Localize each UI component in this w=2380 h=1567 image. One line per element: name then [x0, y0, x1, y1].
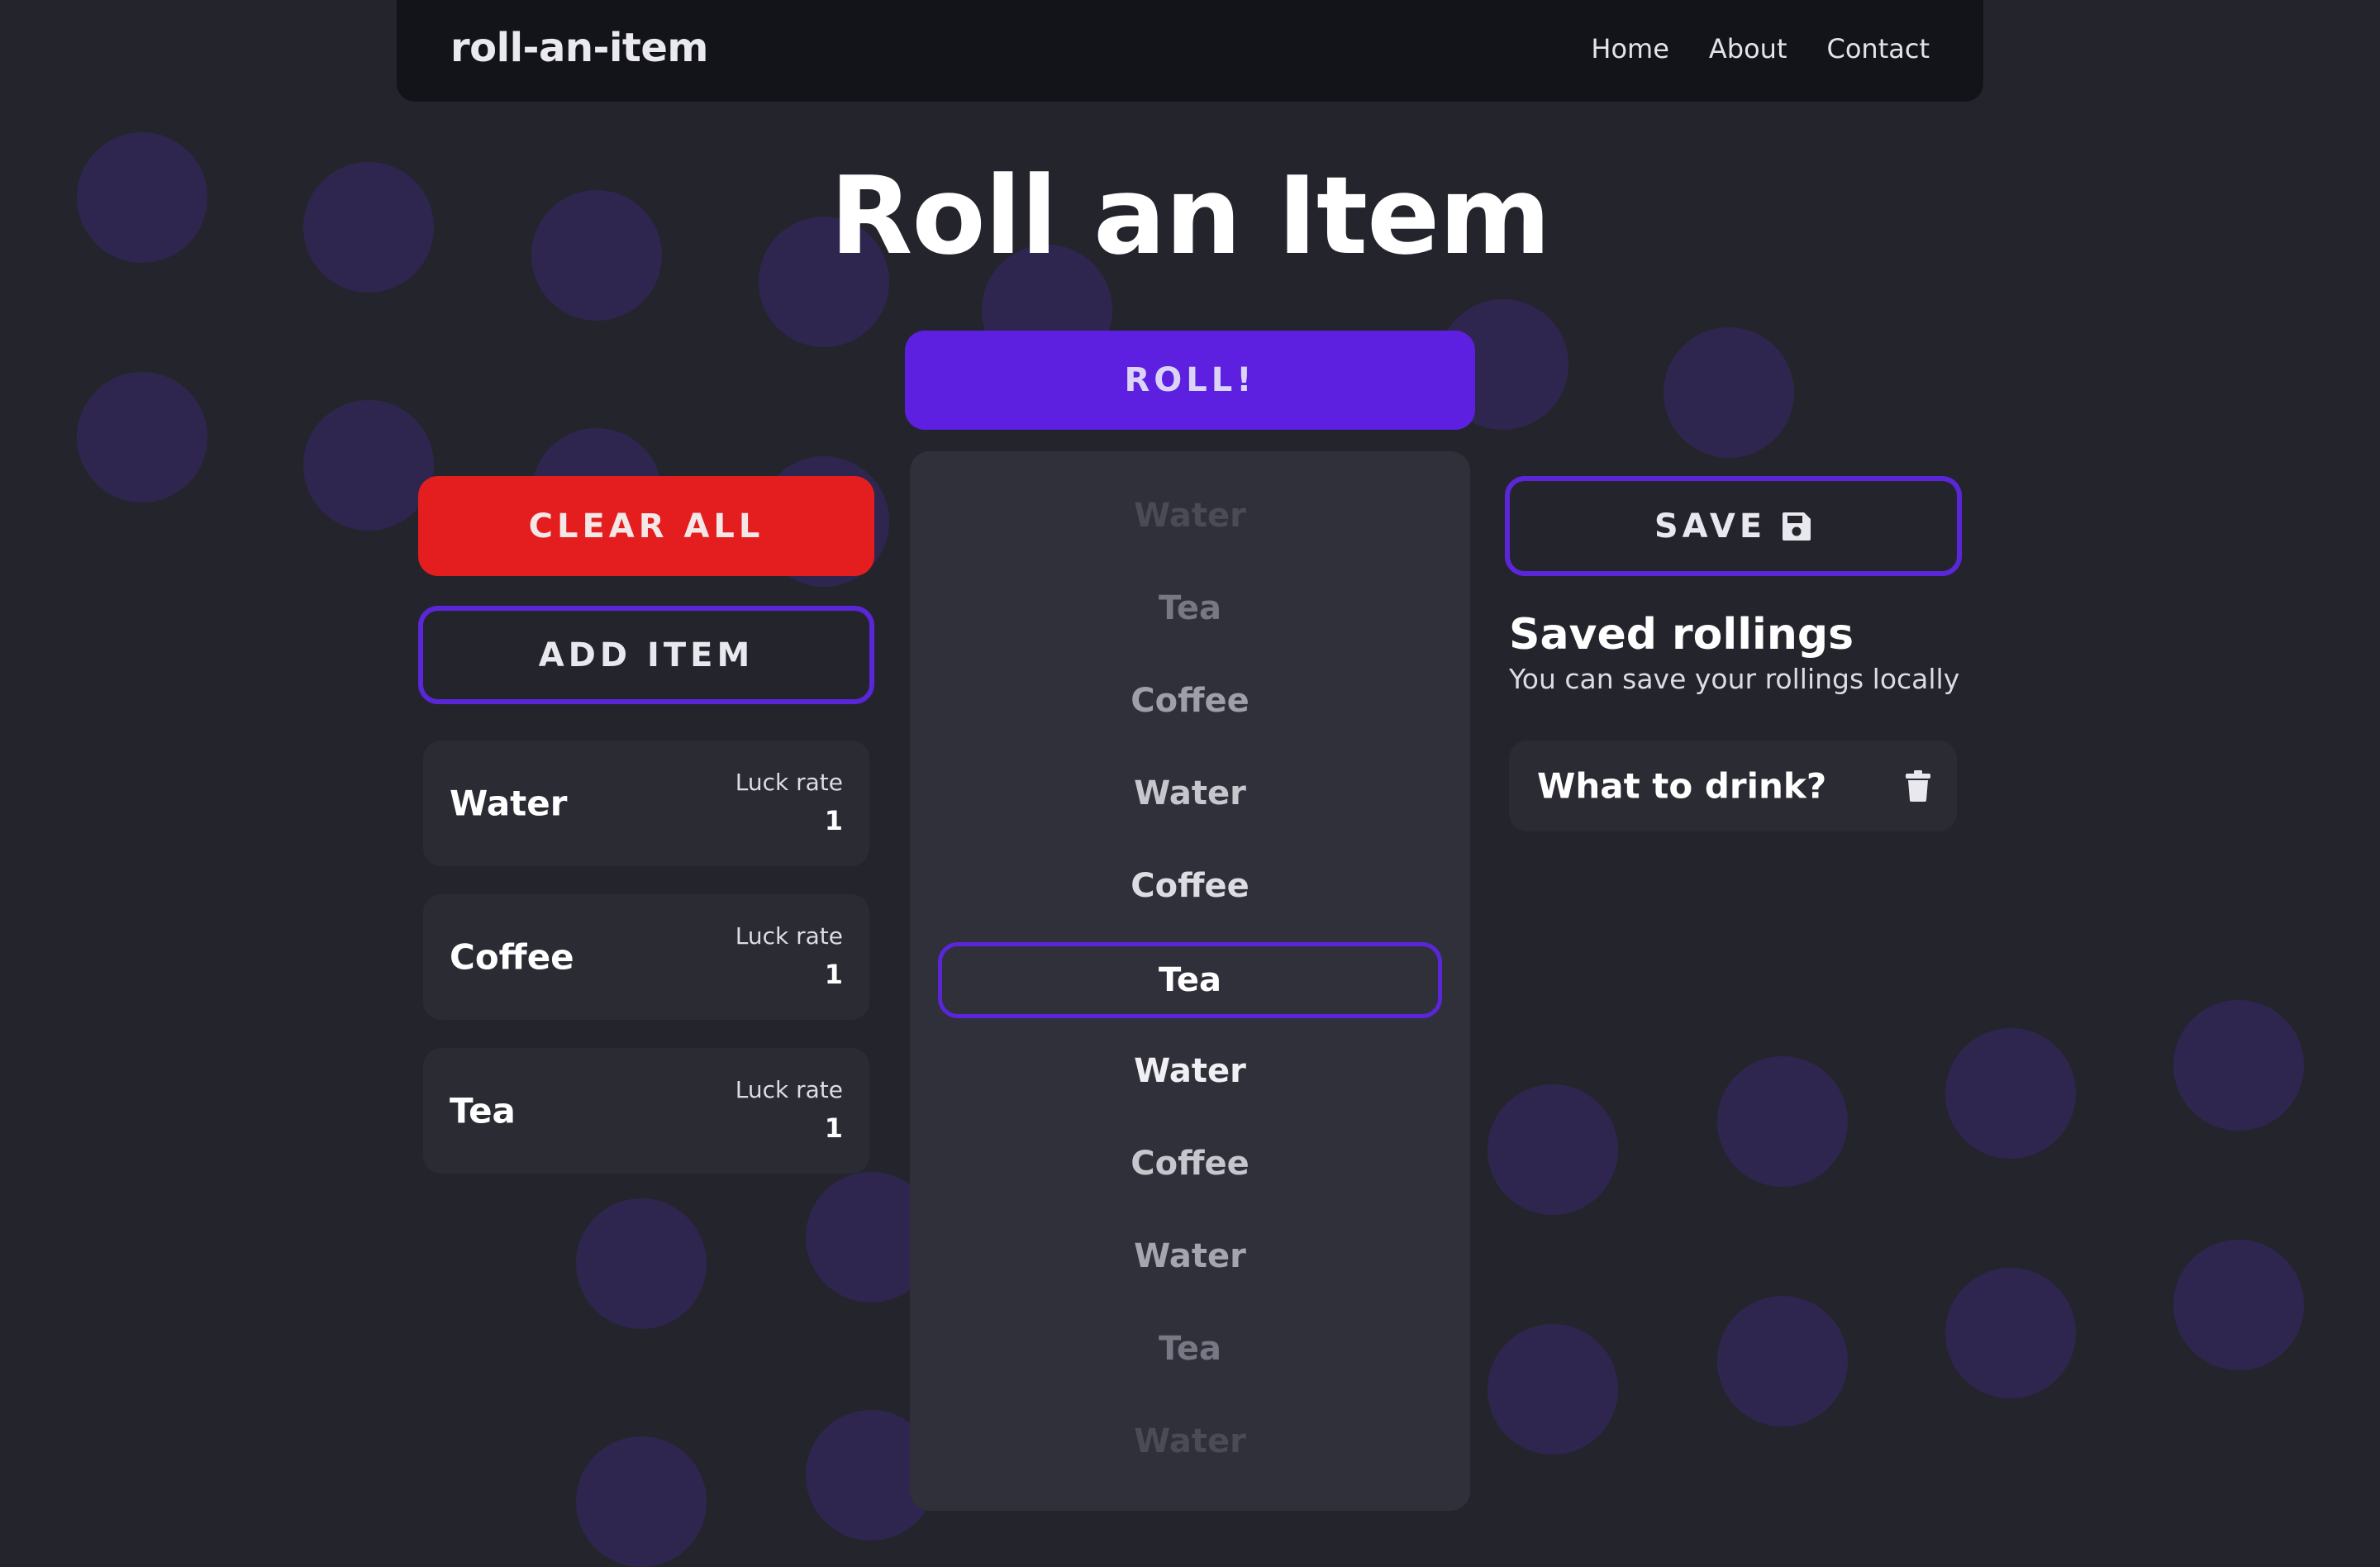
- luck-rate-label: Luck rate: [735, 1076, 843, 1103]
- background-dot: [1717, 1296, 1848, 1426]
- clear-all-button[interactable]: CLEAR ALL: [418, 476, 874, 576]
- saved-rollings-subtitle: You can save your rollings locally: [1509, 663, 1960, 695]
- item-card-coffee[interactable]: Coffee Luck rate 1: [423, 894, 869, 1020]
- reel-item: Coffee: [1130, 867, 1250, 905]
- reel-item: Coffee: [1130, 682, 1250, 720]
- background-dot: [576, 1198, 707, 1329]
- reel-item-selected: Tea: [938, 942, 1442, 1018]
- nav-links: Home About Contact: [1591, 33, 1930, 64]
- roll-button[interactable]: ROLL!: [905, 331, 1475, 430]
- save-button[interactable]: SAVE: [1505, 476, 1962, 576]
- luck-rate-label: Luck rate: [735, 922, 843, 950]
- background-dot: [2173, 1000, 2304, 1131]
- save-button-label: SAVE: [1654, 507, 1767, 545]
- floppy-disk-icon: [1783, 512, 1811, 541]
- luck-rate-value[interactable]: 1: [825, 805, 843, 836]
- background-dot: [1664, 327, 1794, 458]
- background-dot: [303, 400, 434, 531]
- luck-rate-label: Luck rate: [735, 769, 843, 796]
- background-dot: [77, 372, 207, 502]
- item-card-tea[interactable]: Tea Luck rate 1: [423, 1048, 869, 1174]
- page-title: Roll an Item: [830, 153, 1550, 279]
- saved-rolling-item[interactable]: What to drink?: [1509, 741, 1957, 831]
- background-dot: [1945, 1268, 2076, 1398]
- nav-link-contact[interactable]: Contact: [1827, 33, 1930, 64]
- brand-logo[interactable]: roll-an-item: [450, 25, 708, 71]
- background-dot: [1945, 1028, 2076, 1159]
- luck-rate-value[interactable]: 1: [825, 1112, 843, 1144]
- saved-rolling-name: What to drink?: [1537, 765, 1827, 807]
- trash-icon[interactable]: [1906, 770, 1930, 802]
- background-dot: [1488, 1324, 1618, 1455]
- navbar: roll-an-item Home About Contact: [397, 0, 1983, 102]
- reel-item: Water: [1134, 774, 1246, 812]
- item-card-water[interactable]: Water Luck rate 1: [423, 741, 869, 866]
- reel-item: Water: [1134, 1237, 1246, 1275]
- reel-item: Water: [1134, 1422, 1246, 1460]
- background-dot: [2173, 1240, 2304, 1370]
- nav-link-home[interactable]: Home: [1591, 33, 1669, 64]
- item-name: Water: [450, 783, 568, 824]
- saved-rollings-title: Saved rollings: [1509, 610, 1854, 660]
- reel-item: Water: [1134, 1052, 1246, 1090]
- item-name: Coffee: [450, 936, 574, 978]
- add-item-button[interactable]: ADD ITEM: [418, 606, 874, 704]
- nav-link-about[interactable]: About: [1709, 33, 1787, 64]
- background-dot: [1717, 1056, 1848, 1187]
- reel-item: Coffee: [1130, 1145, 1250, 1183]
- background-dot: [576, 1436, 707, 1567]
- item-name: Tea: [450, 1090, 516, 1131]
- roll-reel: Water Tea Coffee Water Coffee Tea Water …: [910, 451, 1470, 1511]
- reel-item: Tea: [1158, 1330, 1222, 1368]
- reel-item: Tea: [1158, 589, 1222, 627]
- luck-rate-value[interactable]: 1: [825, 959, 843, 990]
- background-dot: [1488, 1084, 1618, 1215]
- reel-item: Water: [1134, 497, 1246, 535]
